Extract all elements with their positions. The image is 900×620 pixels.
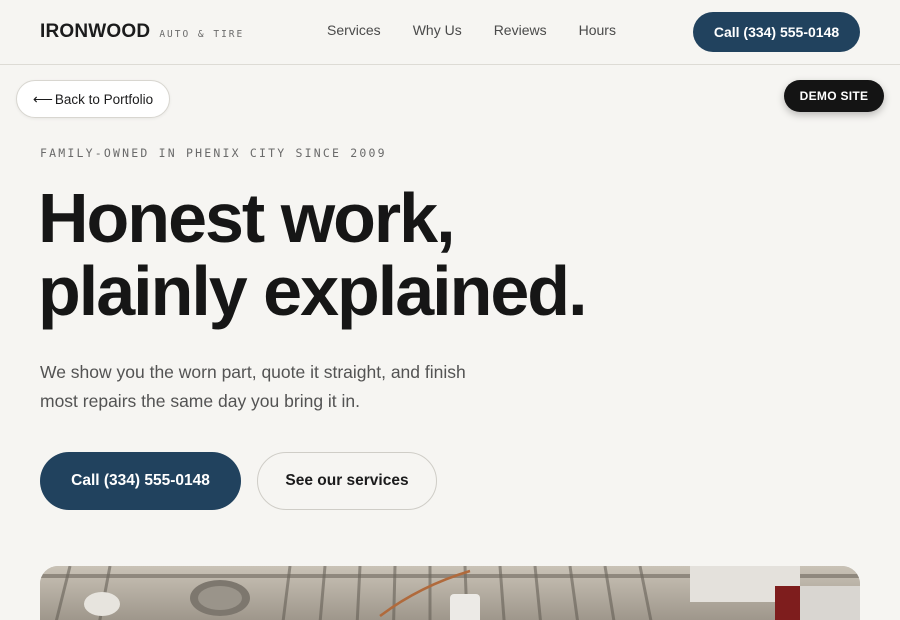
demo-site-badge: DEMO SITE (784, 80, 884, 112)
hero-headline: Honest work, plainly explained. (38, 179, 588, 330)
site-header: IRONWOOD AUTO & TIRE Services Why Us Rev… (0, 0, 900, 65)
hero-photo-garage-ceiling (40, 566, 860, 620)
see-services-button[interactable]: See our services (257, 452, 437, 510)
hero-headline-line-2: plainly explained. (38, 252, 588, 330)
nav-link-services[interactable]: Services (327, 22, 381, 38)
logo-wordmark: IRONWOOD (40, 21, 151, 42)
nav-link-why-us[interactable]: Why Us (413, 22, 462, 38)
arrow-left-icon: ⟵ (32, 90, 53, 107)
back-to-portfolio-button[interactable]: ⟵ Back to Portfolio (16, 80, 170, 118)
hero-call-button[interactable]: Call (334) 555-0148 (40, 452, 241, 510)
hero-subtext: We show you the worn part, quote it stra… (40, 362, 466, 411)
main-nav: Services Why Us Reviews Hours (327, 22, 616, 38)
hero-eyebrow: FAMILY-OWNED IN PHENIX CITY SINCE 2009 (40, 146, 387, 160)
nav-link-hours[interactable]: Hours (579, 22, 616, 38)
hero-headline-line-1: Honest work, (38, 179, 456, 257)
nav-link-reviews[interactable]: Reviews (494, 22, 547, 38)
garage-ceiling-image (40, 566, 860, 620)
back-to-portfolio-label: Back to Portfolio (54, 91, 154, 107)
logo[interactable]: IRONWOOD AUTO & TIRE (40, 21, 244, 43)
logo-tagline: AUTO & TIRE (159, 29, 245, 40)
header-call-button[interactable]: Call (334) 555-0148 (693, 12, 860, 52)
